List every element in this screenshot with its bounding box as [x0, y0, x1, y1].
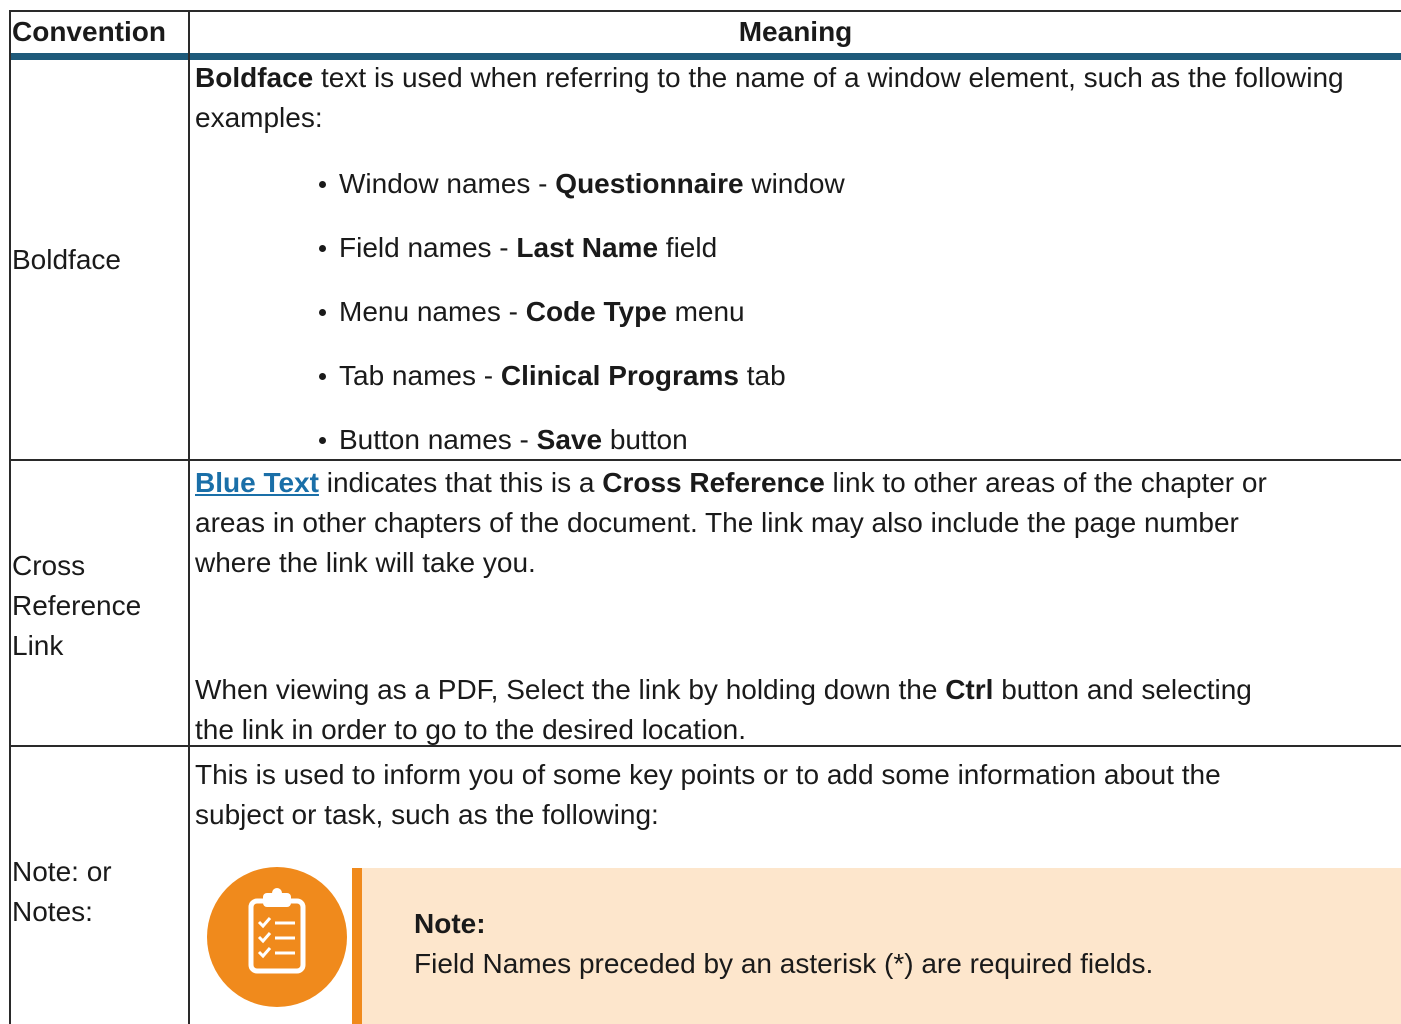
list-item: Tab names - Clinical Programs tab — [319, 356, 786, 396]
label-line: Note: or — [12, 856, 112, 887]
item-bold: Clinical Programs — [500, 360, 739, 391]
conventions-table: Convention Meaning Boldface Boldface tex… — [9, 10, 1401, 1024]
item-prefix: Field names - — [339, 232, 517, 263]
bold-term: Boldface — [195, 62, 314, 93]
convention-cross-reference-label: Cross Reference Link — [12, 546, 188, 666]
bold-term: Cross Reference — [602, 467, 825, 498]
boldface-description: Boldface text is used when referring to … — [195, 58, 1395, 138]
note-text: Field Names preceded by an asterisk (*) … — [414, 948, 1154, 979]
item-suffix: field — [658, 232, 718, 263]
item-bold: Save — [536, 424, 603, 455]
label-line: Reference — [12, 590, 142, 621]
list-item: Menu names - Code Type menu — [319, 292, 745, 332]
convention-notes-label: Note: or Notes: — [12, 852, 188, 932]
item-bold: Questionnaire — [555, 168, 744, 199]
note-callout: Note: Field Names preceded by an asteris… — [352, 868, 1401, 1024]
row-divider — [9, 459, 1401, 461]
cross-reference-pdf-note: When viewing as a PDF, Select the link b… — [195, 670, 1401, 750]
blue-text-link[interactable]: Blue Text — [195, 467, 319, 498]
item-prefix: Tab names - — [339, 360, 501, 391]
text-line: Blue Text indicates that this is a Cross… — [195, 463, 1401, 503]
label-line: Link — [12, 630, 64, 661]
list-item: Button names - Save button — [319, 420, 688, 460]
item-prefix: Window names - — [339, 168, 556, 199]
label-line: Cross — [12, 550, 86, 581]
item-suffix: button — [602, 424, 688, 455]
item-bold: Code Type — [525, 296, 667, 327]
item-suffix: window — [743, 168, 845, 199]
text-line: where the link will take you. — [195, 547, 536, 578]
cross-reference-description: Blue Text indicates that this is a Cross… — [195, 463, 1401, 583]
text-span: When viewing as a PDF, Select the link b… — [195, 674, 946, 705]
note-title: Note: — [414, 908, 486, 939]
bold-term: Ctrl — [945, 674, 994, 705]
item-prefix: Button names - — [339, 424, 537, 455]
clipboard-checklist-icon — [207, 867, 347, 1007]
text-line: the link in order to go to the desired l… — [195, 714, 747, 745]
label-text: Boldface — [12, 243, 121, 275]
header-convention: Convention — [12, 16, 166, 47]
text-span: indicates that this is a — [318, 467, 603, 498]
description-text: text is used when referring to the name … — [195, 62, 1344, 133]
item-bold: Last Name — [516, 232, 659, 263]
clipboard-svg — [248, 888, 306, 974]
convention-boldface-label: Boldface — [9, 60, 188, 459]
text-line: When viewing as a PDF, Select the link b… — [195, 670, 1401, 710]
text-line: subject or task, such as the following: — [195, 799, 659, 830]
text-span: link to other areas of the chapter or — [824, 467, 1267, 498]
text-span: button and selecting — [993, 674, 1252, 705]
notes-description: This is used to inform you of some key p… — [195, 755, 1401, 835]
list-item: Window names - Questionnaire window — [319, 164, 845, 204]
column-divider — [188, 10, 190, 1024]
text-line: areas in other chapters of the document.… — [195, 507, 1239, 538]
item-prefix: Menu names - — [339, 296, 526, 327]
item-suffix: menu — [666, 296, 745, 327]
list-item: Field names - Last Name field — [318, 228, 718, 268]
item-suffix: tab — [738, 360, 786, 391]
label-line: Notes: — [12, 896, 93, 927]
text-line: This is used to inform you of some key p… — [195, 759, 1221, 790]
header-meaning: Meaning — [738, 16, 853, 47]
